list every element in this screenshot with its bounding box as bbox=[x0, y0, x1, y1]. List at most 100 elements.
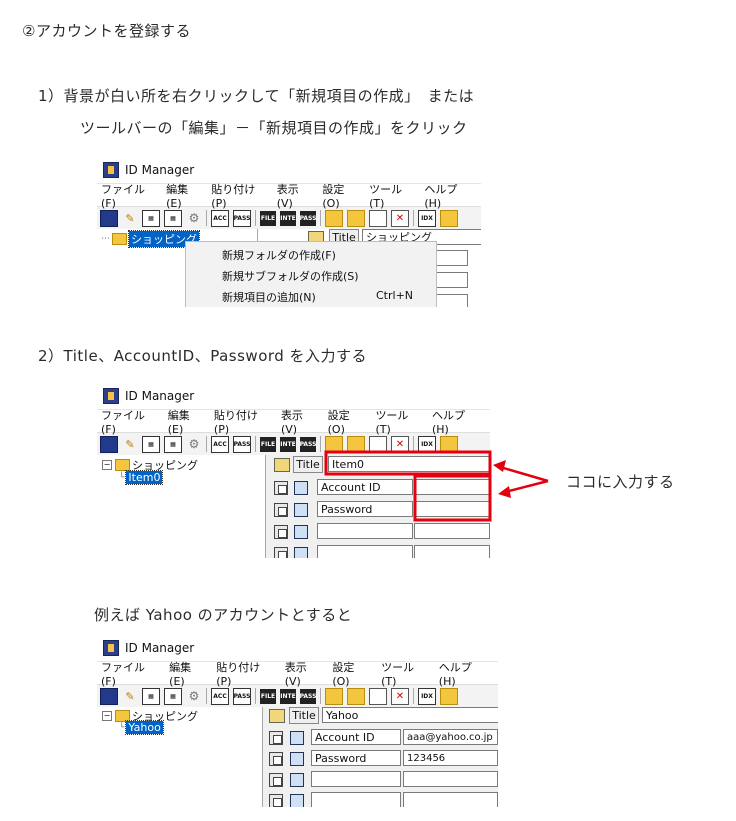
value-field[interactable] bbox=[414, 545, 490, 558]
new-item-icon[interactable] bbox=[369, 209, 387, 227]
new-subfolder-icon[interactable] bbox=[347, 209, 365, 227]
inte-icon[interactable]: INTE bbox=[280, 210, 296, 226]
gear-icon[interactable]: ⚙ bbox=[186, 689, 202, 704]
paste-icon[interactable] bbox=[290, 794, 304, 807]
pass-paste-icon[interactable]: PASS bbox=[300, 436, 316, 452]
value-field[interactable] bbox=[403, 792, 498, 807]
idx-icon[interactable]: IDX bbox=[418, 435, 436, 453]
label-field[interactable]: Account ID bbox=[317, 479, 413, 495]
new-folder-icon[interactable] bbox=[325, 435, 343, 453]
menu-tools[interactable]: ツール(T) bbox=[369, 181, 414, 210]
url-icon[interactable]: ▦ bbox=[142, 435, 160, 453]
new-item-icon[interactable] bbox=[369, 687, 387, 705]
idx-icon[interactable]: IDX bbox=[418, 687, 436, 705]
paste-icon[interactable] bbox=[290, 731, 304, 745]
ctx-new-item[interactable]: 新規項目の追加(N) bbox=[222, 289, 316, 305]
menu-settings[interactable]: 設定(O) bbox=[332, 659, 371, 688]
save-icon[interactable] bbox=[100, 687, 118, 705]
file-icon[interactable]: FILE bbox=[260, 210, 276, 226]
copy-icon[interactable] bbox=[269, 752, 283, 766]
label-field[interactable] bbox=[311, 792, 401, 807]
menu-view[interactable]: 表示(V) bbox=[281, 407, 318, 436]
collapse-icon[interactable]: − bbox=[102, 711, 112, 721]
tools-icon[interactable] bbox=[440, 435, 458, 453]
menu-settings[interactable]: 設定(O) bbox=[328, 407, 366, 436]
label-field[interactable] bbox=[311, 771, 401, 787]
url-icon[interactable]: ▦ bbox=[142, 209, 160, 227]
tools-icon[interactable] bbox=[440, 687, 458, 705]
file-icon[interactable]: FILE bbox=[260, 688, 276, 704]
paste-icon[interactable] bbox=[294, 547, 308, 558]
pass-icon[interactable]: PASS bbox=[233, 687, 251, 705]
tools-icon[interactable] bbox=[440, 209, 458, 227]
menu-view[interactable]: 表示(V) bbox=[285, 659, 323, 688]
paste-icon[interactable] bbox=[290, 752, 304, 766]
value-field[interactable] bbox=[414, 479, 490, 495]
menu-help[interactable]: ヘルプ(H) bbox=[424, 181, 471, 210]
ftp-key-icon[interactable]: ✎ bbox=[122, 437, 138, 452]
ftp-key-icon[interactable]: ✎ bbox=[122, 689, 138, 704]
title-button[interactable]: Title bbox=[289, 707, 319, 724]
acc-icon[interactable]: ACC bbox=[211, 435, 229, 453]
paste-icon[interactable] bbox=[294, 503, 308, 517]
paste-icon[interactable] bbox=[294, 481, 308, 495]
delete-icon[interactable]: ✕ bbox=[391, 687, 409, 705]
url-icon[interactable]: ▦ bbox=[142, 687, 160, 705]
idx-icon[interactable]: IDX bbox=[418, 209, 436, 227]
label-field[interactable]: Account ID bbox=[311, 729, 401, 745]
new-folder-icon[interactable] bbox=[325, 687, 343, 705]
tree-item-row[interactable]: └ Item0 bbox=[119, 470, 164, 485]
menu-file[interactable]: ファイル(F) bbox=[101, 659, 159, 688]
menu-edit[interactable]: 編集(E) bbox=[169, 659, 206, 688]
label-field[interactable] bbox=[317, 545, 413, 558]
menu-paste[interactable]: 貼り付け(P) bbox=[211, 181, 266, 210]
inte-icon[interactable]: INTE bbox=[280, 688, 296, 704]
new-subfolder-icon[interactable] bbox=[347, 435, 365, 453]
tree-item-label[interactable]: Item0 bbox=[125, 470, 164, 485]
title-button[interactable]: Title bbox=[293, 456, 323, 473]
menu-paste[interactable]: 貼り付け(P) bbox=[214, 407, 271, 436]
new-folder-icon[interactable] bbox=[325, 209, 343, 227]
gear-icon[interactable]: ⚙ bbox=[186, 211, 202, 226]
copy-icon[interactable] bbox=[274, 525, 288, 539]
value-field[interactable] bbox=[414, 501, 490, 517]
menu-paste[interactable]: 貼り付け(P) bbox=[216, 659, 274, 688]
copy-icon[interactable] bbox=[269, 773, 283, 787]
label-field[interactable] bbox=[317, 523, 413, 539]
pass-paste-icon[interactable]: PASS bbox=[300, 210, 316, 226]
pass-icon[interactable]: PASS bbox=[233, 209, 251, 227]
ftp-key-icon[interactable]: ✎ bbox=[122, 211, 138, 226]
url-open-icon[interactable]: ▦ bbox=[164, 209, 182, 227]
tree-item-row[interactable]: └ Yahoo bbox=[119, 720, 164, 735]
value-field[interactable] bbox=[414, 523, 490, 539]
folder-tree[interactable]: − ショッピング └ Item0 bbox=[97, 455, 266, 558]
menu-help[interactable]: ヘルプ(H) bbox=[439, 659, 488, 688]
collapse-icon[interactable]: − bbox=[102, 460, 112, 470]
save-icon[interactable] bbox=[100, 435, 118, 453]
copy-icon[interactable] bbox=[274, 503, 288, 517]
folder-tree[interactable]: − ショッピング └ Yahoo bbox=[97, 707, 263, 807]
menu-edit[interactable]: 編集(E) bbox=[168, 407, 204, 436]
save-icon[interactable] bbox=[100, 209, 118, 227]
menu-file[interactable]: ファイル(F) bbox=[101, 181, 156, 210]
title-value[interactable]: Item0 bbox=[328, 456, 490, 472]
pass-icon[interactable]: PASS bbox=[233, 435, 251, 453]
ctx-new-folder[interactable]: 新規フォルダの作成(F) bbox=[222, 247, 336, 263]
value-field[interactable]: 123456 bbox=[403, 750, 498, 766]
value-field[interactable]: aaa@yahoo.co.jp bbox=[403, 729, 498, 745]
tree-item-label[interactable]: Yahoo bbox=[125, 720, 164, 735]
menu-edit[interactable]: 編集(E) bbox=[166, 181, 201, 210]
menu-tools[interactable]: ツール(T) bbox=[375, 407, 422, 436]
file-icon[interactable]: FILE bbox=[260, 436, 276, 452]
delete-icon[interactable]: ✕ bbox=[391, 209, 409, 227]
label-field[interactable]: Password bbox=[317, 501, 413, 517]
pass-paste-icon[interactable]: PASS bbox=[300, 688, 316, 704]
copy-icon[interactable] bbox=[269, 731, 283, 745]
menu-settings[interactable]: 設定(O) bbox=[322, 181, 359, 210]
new-item-icon[interactable] bbox=[369, 435, 387, 453]
title-value[interactable]: Yahoo bbox=[322, 707, 498, 723]
acc-icon[interactable]: ACC bbox=[211, 687, 229, 705]
inte-icon[interactable]: INTE bbox=[280, 436, 296, 452]
copy-icon[interactable] bbox=[274, 547, 288, 558]
value-field[interactable] bbox=[403, 771, 498, 787]
